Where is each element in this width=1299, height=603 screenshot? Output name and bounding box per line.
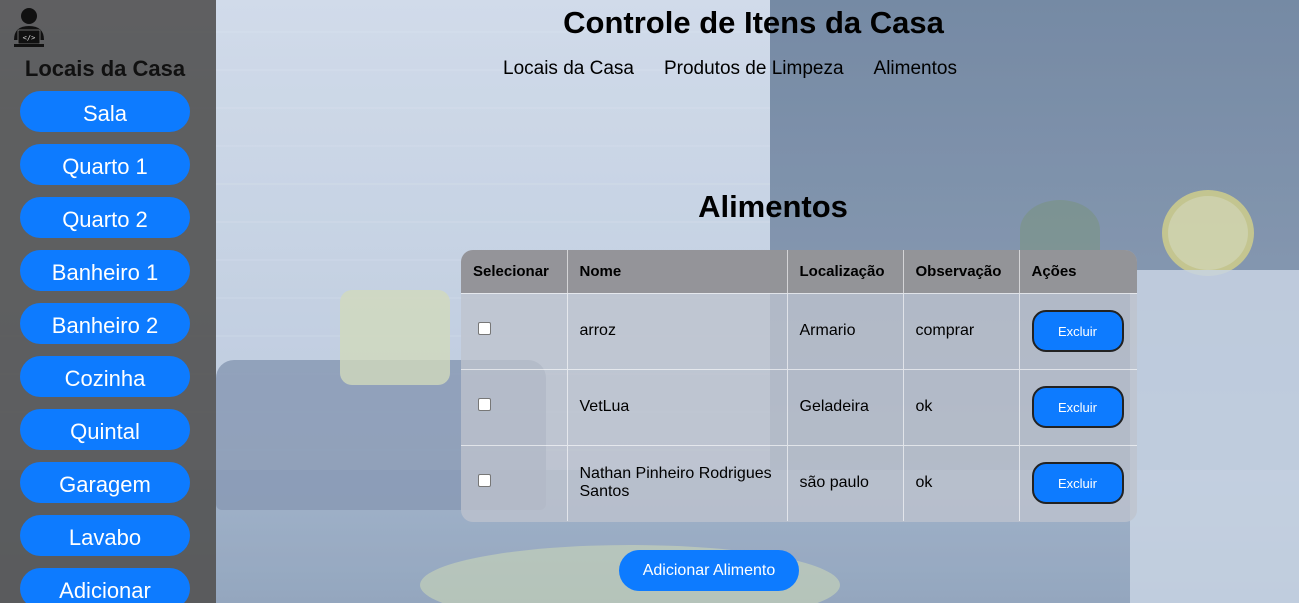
column-header-localizacao: Localização — [787, 250, 904, 293]
observacao-cell: ok — [903, 445, 1020, 521]
table-row: VetLua Geladeira ok Excluir — [461, 369, 1137, 445]
sidebar-item-banheiro-1[interactable]: Banheiro 1 — [20, 250, 190, 291]
sidebar-item-cozinha[interactable]: Cozinha — [20, 356, 190, 397]
observacao-cell: comprar — [903, 293, 1020, 369]
table-header-row: Selecionar Nome Localização Observação A… — [461, 250, 1137, 293]
delete-button[interactable]: Excluir — [1031, 386, 1124, 428]
acoes-cell: Excluir — [1019, 445, 1137, 521]
nav-link-produtos-de-limpeza[interactable]: Produtos de Limpeza — [664, 58, 844, 80]
acoes-cell: Excluir — [1019, 369, 1137, 445]
row-checkbox[interactable] — [478, 474, 491, 488]
column-header-selecionar: Selecionar — [461, 250, 568, 293]
sidebar-item-garagem[interactable]: Garagem — [20, 462, 190, 503]
select-cell — [461, 445, 568, 521]
items-table: Selecionar Nome Localização Observação A… — [461, 250, 1137, 521]
localizacao-cell: Geladeira — [787, 369, 904, 445]
column-header-nome: Nome — [567, 250, 788, 293]
acoes-cell: Excluir — [1019, 293, 1137, 369]
sidebar-item-sala[interactable]: Sala — [20, 91, 190, 132]
sidebar-title: Locais da Casa — [24, 56, 186, 81]
nome-cell: VetLua — [567, 369, 788, 445]
column-header-observacao: Observação — [903, 250, 1020, 293]
row-checkbox[interactable] — [478, 398, 491, 411]
localizacao-cell: Armario — [787, 293, 904, 369]
sidebar-item-quarto-2[interactable]: Quarto 2 — [20, 197, 190, 238]
sidebar: </> Locais da Casa Sala Quarto 1 Quarto … — [0, 0, 216, 603]
add-food-button[interactable]: Adicionar Alimento — [619, 550, 799, 591]
table-row: arroz Armario comprar Excluir — [461, 293, 1137, 369]
observacao-cell: ok — [903, 369, 1020, 445]
nav-link-locais-da-casa[interactable]: Locais da Casa — [503, 58, 634, 80]
user-laptop-icon: </> — [10, 6, 48, 48]
select-cell — [461, 293, 568, 369]
nome-cell: arroz — [567, 293, 788, 369]
nav-link-alimentos[interactable]: Alimentos — [874, 58, 957, 80]
select-cell — [461, 369, 568, 445]
section-title: Alimentos — [698, 189, 848, 224]
top-nav: Locais da Casa Produtos de Limpeza Alime… — [503, 58, 957, 80]
delete-button[interactable]: Excluir — [1031, 462, 1124, 505]
row-checkbox[interactable] — [478, 322, 491, 335]
sidebar-item-lavabo[interactable]: Lavabo — [20, 515, 190, 556]
items-table-container: Selecionar Nome Localização Observação A… — [461, 250, 1137, 522]
table-row: Nathan Pinheiro Rodrigues Santos são pau… — [461, 445, 1137, 521]
page-title: Controle de Itens da Casa — [563, 5, 944, 40]
sidebar-item-quarto-1[interactable]: Quarto 1 — [20, 144, 190, 185]
sidebar-item-quintal[interactable]: Quintal — [20, 409, 190, 450]
sidebar-item-banheiro-2[interactable]: Banheiro 2 — [20, 303, 190, 344]
delete-button[interactable]: Excluir — [1031, 310, 1124, 352]
svg-text:</>: </> — [23, 34, 36, 42]
localizacao-cell: são paulo — [787, 445, 904, 521]
sidebar-item-adicionar[interactable]: Adicionar — [20, 568, 190, 603]
column-header-acoes: Ações — [1031, 262, 1077, 280]
sidebar-nav: Sala Quarto 1 Quarto 2 Banheiro 1 Banhei… — [20, 91, 190, 603]
nome-cell: Nathan Pinheiro Rodrigues Santos — [567, 445, 788, 521]
